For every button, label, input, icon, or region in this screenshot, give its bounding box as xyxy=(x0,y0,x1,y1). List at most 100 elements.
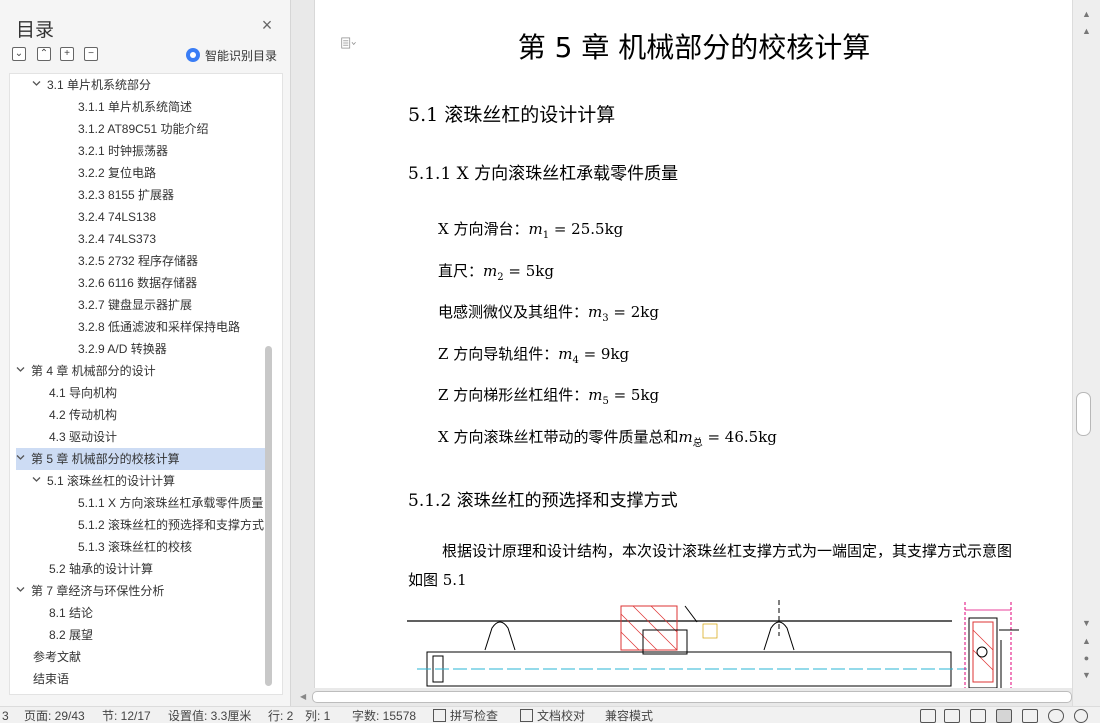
scroll-up-icon[interactable]: ▲ xyxy=(1081,26,1092,37)
reading-mode-icon[interactable] xyxy=(944,709,960,723)
toc-item[interactable]: 5.1.3 滚珠丝杠的校核 xyxy=(16,536,272,558)
collapse-all-icon[interactable]: ⌄ xyxy=(12,47,26,61)
toc-item[interactable]: 4.2 传动机构 xyxy=(16,404,272,426)
toc-item-label: 3.1.1 单片机系统简述 xyxy=(78,100,193,114)
toc-item-label: 5.1.3 滚珠丝杠的校核 xyxy=(78,540,193,554)
toc-item[interactable]: 第 5 章 机械部分的校核计算 xyxy=(16,448,272,470)
scroll-left-icon[interactable]: ◀ xyxy=(300,692,306,701)
toc-item[interactable]: 3.2.6 6116 数据存储器 xyxy=(16,272,272,294)
toc-item[interactable]: 3.2.3 8155 扩展器 xyxy=(16,184,272,206)
chevron-down-icon[interactable] xyxy=(16,365,25,374)
toc-item-label: 3.2.9 A/D 转换器 xyxy=(78,342,167,356)
prev-page-icon[interactable]: ▲ xyxy=(1081,636,1092,647)
horizontal-scrollbar[interactable]: ◀ xyxy=(300,690,1072,703)
spell-check-label: 拼写检查 xyxy=(450,709,499,723)
eye-care-icon[interactable] xyxy=(1074,709,1088,723)
toc-item-label: 4.1 导向机构 xyxy=(49,386,118,400)
toc-item[interactable]: 结束语 xyxy=(16,668,272,690)
outline-view-icon[interactable] xyxy=(1022,709,1038,723)
chevron-down-icon[interactable] xyxy=(16,585,25,594)
toc-item-label: 8.1 结论 xyxy=(49,606,94,620)
mass-line: 直尺：m2 = 5kg xyxy=(438,262,554,283)
edit-icon[interactable] xyxy=(970,709,986,723)
toc-item-label: 5.2 轴承的设计计算 xyxy=(49,562,154,576)
fullscreen-icon[interactable] xyxy=(920,709,936,723)
toc-item[interactable]: 3.1 单片机系统部分 xyxy=(16,74,272,96)
section-heading: 5.1 滚珠丝杠的设计计算 xyxy=(408,104,616,126)
subsection-heading-2: 5.1.2 滚珠丝杠的预选择和支撑方式 xyxy=(408,491,678,511)
toc-item[interactable]: 5.1.2 滚珠丝杠的预选择和支撑方式 xyxy=(16,514,272,536)
toc-item-label: 4.2 传动机构 xyxy=(49,408,118,422)
chapter-heading: 第 5 章 机械部分的校核计算 xyxy=(517,31,871,64)
toc-item[interactable]: 5.1.1 X 方向滚珠丝杠承载零件质量 xyxy=(16,492,272,514)
toc-item-label: 第 4 章 机械部分的设计 xyxy=(31,364,156,378)
smart-toc-icon xyxy=(186,48,200,62)
page-view-icon[interactable] xyxy=(996,709,1012,723)
expand-all-icon[interactable]: ⌃ xyxy=(37,47,51,61)
toc-item[interactable]: 3.2.4 74LS138 xyxy=(16,206,272,228)
document-viewport: 第 5 章 机械部分的校核计算 5.1 滚珠丝杠的设计计算 5.1.1 X 方向… xyxy=(300,0,1072,688)
add-heading-icon[interactable]: + xyxy=(60,47,74,61)
toc-item-label: 3.1 单片机系统部分 xyxy=(47,78,152,92)
vertical-scrollbar[interactable]: ▲ ▲ ▼ ▲ ● ▼ xyxy=(1072,0,1100,706)
document-page: 第 5 章 机械部分的校核计算 5.1 滚珠丝杠的设计计算 5.1.1 X 方向… xyxy=(314,0,1072,688)
toc-item[interactable]: 5.1 滚珠丝杠的设计计算 xyxy=(16,470,272,492)
toc-item[interactable]: 3.1.2 AT89C51 功能介绍 xyxy=(16,118,272,140)
toc-item[interactable]: 3.2.7 键盘显示器扩展 xyxy=(16,294,272,316)
chevron-down-icon[interactable] xyxy=(16,453,25,462)
toc-item[interactable]: 3.2.4 74LS373 xyxy=(16,228,272,250)
status-words[interactable]: 字数: 15578 xyxy=(352,709,416,723)
chevron-down-icon[interactable] xyxy=(32,475,41,484)
toc-item-label: 第 7 章经济与环保性分析 xyxy=(31,584,165,598)
select-browse-icon[interactable]: ● xyxy=(1081,653,1092,664)
status-col: 列: 1 xyxy=(305,709,331,723)
toc-scrollbar[interactable] xyxy=(265,346,272,686)
toc-item[interactable]: 第 4 章 机械部分的设计 xyxy=(16,360,272,382)
toc-item[interactable]: 3.2.9 A/D 转换器 xyxy=(16,338,272,360)
subsection-heading-1: 5.1.1 X 方向滚珠丝杠承载零件质量 xyxy=(408,164,679,184)
vertical-scroll-thumb[interactable] xyxy=(1076,392,1091,436)
status-setting: 设置值: 3.3厘米 xyxy=(168,709,252,723)
smart-toc-button[interactable]: 智能识别目录 xyxy=(186,46,277,64)
toc-item[interactable]: 3.1.1 单片机系统简述 xyxy=(16,96,272,118)
toc-item[interactable]: 第 7 章经济与环保性分析 xyxy=(16,580,272,602)
horizontal-scroll-thumb[interactable] xyxy=(312,691,1072,703)
toc-item-label: 3.1.2 AT89C51 功能介绍 xyxy=(78,122,209,136)
web-view-icon[interactable] xyxy=(1048,709,1064,723)
checkbox-icon xyxy=(433,709,446,722)
toc-item[interactable]: 3.2.2 复位电路 xyxy=(16,162,272,184)
toc-item[interactable]: 8.1 结论 xyxy=(16,602,272,624)
status-section: 节: 12/17 xyxy=(102,709,151,723)
status-row: 行: 2 xyxy=(268,709,294,723)
mass-line: 电感测微仪及其组件：m3 = 2kg xyxy=(438,303,659,324)
scroll-down-icon[interactable]: ▼ xyxy=(1081,618,1092,629)
toc-item-label: 3.2.7 键盘显示器扩展 xyxy=(78,298,193,312)
toc-item-label: 3.2.2 复位电路 xyxy=(78,166,157,180)
toc-item[interactable]: 4.3 驱动设计 xyxy=(16,426,272,448)
toc-item[interactable]: 3.2.8 低通滤波和采样保持电路 xyxy=(16,316,272,338)
status-page[interactable]: 页面: 29/43 xyxy=(24,709,85,723)
toc-item-label: 3.2.4 74LS373 xyxy=(78,232,157,246)
toc-item[interactable]: 3.2.5 2732 程序存储器 xyxy=(16,250,272,272)
toc-item[interactable]: 3.2.1 时钟振荡器 xyxy=(16,140,272,162)
spell-check-toggle[interactable]: 拼写检查 xyxy=(433,709,498,723)
smart-toc-label: 智能识别目录 xyxy=(205,48,278,63)
status-prefix: 3 xyxy=(2,709,9,723)
toc-item-label: 3.2.3 8155 扩展器 xyxy=(78,188,175,202)
toc-item[interactable]: 参考文献 xyxy=(16,646,272,668)
compat-mode-label: 兼容模式 xyxy=(605,709,654,723)
toc-pane: 目录 × ⌄ ⌃ + − 智能识别目录 3.1 单片机系统部分 3.1.1 单片机… xyxy=(0,0,291,706)
close-icon[interactable]: × xyxy=(259,16,275,34)
doc-proof-button[interactable]: 文档校对 xyxy=(520,709,585,723)
toc-item[interactable]: 4.1 导向机构 xyxy=(16,382,272,404)
proof-icon xyxy=(520,709,533,722)
chevron-down-icon[interactable] xyxy=(32,79,41,88)
toc-item-label: 第 5 章 机械部分的校核计算 xyxy=(31,452,180,466)
toc-item-label: 5.1 滚珠丝杠的设计计算 xyxy=(47,474,176,488)
toc-item[interactable]: 5.2 轴承的设计计算 xyxy=(16,558,272,580)
next-page-icon[interactable]: ▼ xyxy=(1081,670,1092,681)
toc-item-label: 3.2.1 时钟振荡器 xyxy=(78,144,169,158)
remove-heading-icon[interactable]: − xyxy=(84,47,98,61)
toc-item[interactable]: 8.2 展望 xyxy=(16,624,272,646)
scroll-top-icon[interactable]: ▲ xyxy=(1081,9,1092,20)
